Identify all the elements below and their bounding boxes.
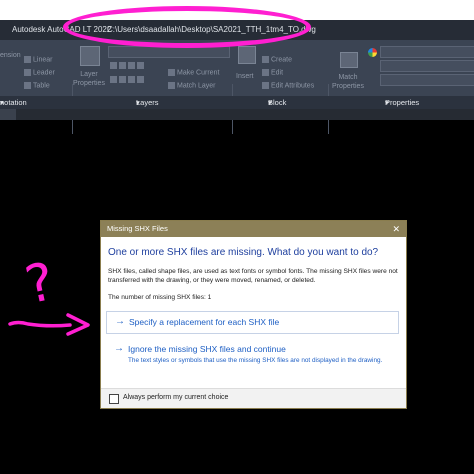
edit-block-label: Edit (271, 69, 284, 77)
leader-icon (24, 69, 31, 76)
leader-button[interactable]: Leader (24, 69, 55, 76)
layer-properties-icon (80, 46, 100, 66)
lineweight-dropdown[interactable] (380, 60, 474, 72)
layer-off-icon (110, 62, 117, 69)
ignore-missing-subtext: The text styles or symbols that use the … (128, 357, 383, 364)
layers-panel-label: Layers (136, 98, 159, 107)
layer-isolate-icon (119, 62, 126, 69)
close-icon[interactable]: ✕ (392, 221, 400, 237)
missing-count: The number of missing SHX files: 1 (108, 294, 212, 301)
edit-attributes-icon (262, 82, 269, 89)
arrow-annotation (8, 313, 90, 336)
insert-block-icon (238, 46, 256, 64)
highlight-ellipse (63, 6, 311, 48)
linetype-dropdown[interactable] (380, 74, 474, 86)
dialog-question: One or more SHX files are missing. What … (108, 247, 379, 258)
layers-panel-title[interactable]: Layers ▾ (136, 96, 159, 109)
insert-button[interactable]: Insert (236, 73, 254, 80)
edit-attributes-button[interactable]: Edit Attributes (262, 82, 314, 89)
ribbon: ension Linear Leader Table Layer Propert… (0, 40, 474, 134)
create-block-icon (262, 56, 269, 63)
edit-block-icon (262, 69, 269, 76)
dialog-title: Missing SHX Files (107, 224, 168, 233)
layer-unlock-icon (137, 76, 144, 83)
dialog-title-bar: Missing SHX Files ✕ (101, 221, 406, 237)
layer-properties-button[interactable]: Layer Properties (72, 70, 106, 88)
layer-tool-icons[interactable] (110, 62, 146, 69)
question-mark-annotation: ? (20, 251, 60, 317)
dialog-description: SHX files, called shape files, are used … (108, 268, 398, 284)
missing-shx-dialog: Missing SHX Files ✕ One or more SHX file… (100, 220, 407, 409)
make-current-icon (168, 69, 175, 76)
layer-walk-icon (119, 76, 126, 83)
arrow-right-icon: → (115, 316, 125, 327)
specify-replacement-option[interactable]: → Specify a replacement for each SHX fil… (106, 311, 399, 334)
create-block-label: Create (271, 56, 293, 64)
dialog-footer: Always perform my current choice (101, 388, 406, 408)
properties-panel-label: Properties (385, 98, 420, 107)
linear-icon (24, 56, 31, 63)
make-current-label: Make Current (177, 69, 220, 77)
make-current-button[interactable]: Make Current (168, 69, 219, 76)
properties-panel-title[interactable]: Properties ▾ (385, 96, 419, 109)
match-properties-button[interactable]: Match Properties (330, 73, 366, 91)
match-layer-label: Match Layer (177, 82, 216, 90)
file-tab[interactable] (0, 109, 16, 120)
block-panel-label: Block (268, 98, 287, 107)
linear-dim-button[interactable]: Linear (24, 56, 52, 63)
arrow-right-icon: → (114, 343, 124, 354)
ignore-missing-option[interactable]: → Ignore the missing SHX files and conti… (106, 339, 399, 379)
leader-label: Leader (33, 69, 55, 77)
always-perform-label[interactable]: Always perform my current choice (123, 394, 228, 401)
create-block-button[interactable]: Create (262, 56, 292, 63)
match-properties-icon (340, 52, 358, 68)
table-button[interactable]: Table (24, 82, 50, 89)
ignore-missing-label: Ignore the missing SHX files and continu… (128, 344, 286, 354)
block-panel-title[interactable]: Block ▾ (268, 96, 286, 109)
color-wheel-icon[interactable] (368, 48, 377, 57)
match-layer-icon (168, 82, 175, 89)
file-tab-bar (0, 109, 474, 120)
table-icon (24, 82, 31, 89)
layer-lock-icon (137, 62, 144, 69)
color-dropdown[interactable] (380, 46, 474, 58)
ribbon-panel-titles: notation ▾ Layers ▾ Block ▾ Properties ▾ (0, 96, 474, 109)
table-label: Table (33, 82, 50, 90)
edit-block-button[interactable]: Edit (262, 69, 283, 76)
match-layer-button[interactable]: Match Layer (168, 82, 216, 89)
specify-replacement-label: Specify a replacement for each SHX file (129, 317, 280, 327)
always-perform-checkbox[interactable] (109, 394, 119, 404)
layer-on-icon (110, 76, 117, 83)
annotation-panel-title[interactable]: notation ▾ (0, 96, 27, 109)
layer-thaw-icon (128, 76, 135, 83)
edit-attributes-label: Edit Attributes (271, 82, 315, 90)
dimension-button-partial[interactable]: ension (0, 52, 21, 59)
layer-tool-icons-2[interactable] (110, 76, 146, 83)
annotation-panel-label: notation (0, 98, 27, 107)
layer-freeze-icon (128, 62, 135, 69)
linear-label: Linear (33, 56, 53, 64)
